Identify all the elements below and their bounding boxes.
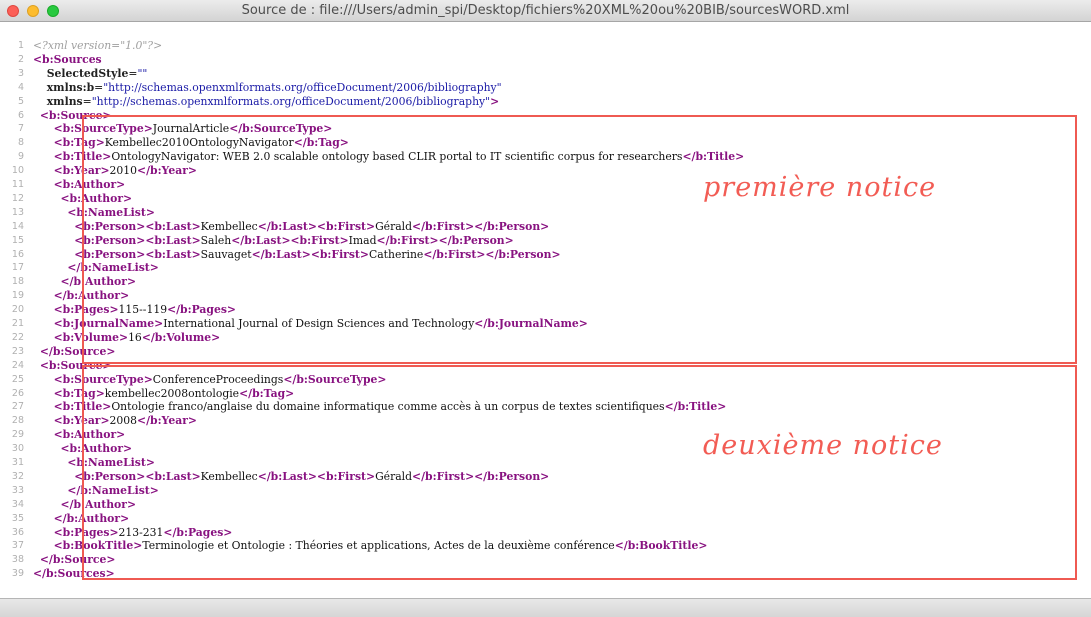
window-title: Source de : file:///Users/admin_spi/Desk…: [241, 3, 850, 18]
browser-window: Source de : file:///Users/admin_spi/Desk…: [0, 0, 1091, 617]
line-number: 14: [11, 220, 24, 232]
line-number: 17: [11, 262, 24, 274]
xml-attribute-value: "": [137, 66, 148, 80]
line-code: xmlns="http://schemas.openxmlformats.org…: [33, 94, 500, 108]
line-number: 1: [17, 40, 24, 51]
xml-attribute-name: xmlns:b: [46, 80, 95, 94]
line-number: 10: [11, 165, 24, 177]
xml-attribute-name: SelectedStyle: [46, 66, 129, 80]
second-record-annotation: deuxième notice: [703, 430, 943, 461]
line-number: 34: [11, 498, 24, 510]
line-number: 4: [17, 81, 24, 93]
line-number: 33: [11, 484, 24, 496]
xml-tag: >: [490, 94, 500, 108]
line-code: <?xml version="1.0"?>: [33, 40, 162, 51]
line-number: 2: [17, 53, 24, 65]
line-number: 38: [11, 554, 24, 566]
line-number: 28: [11, 415, 24, 427]
line-number: 8: [17, 137, 24, 149]
xml-declaration: <?xml version="1.0"?>: [33, 39, 163, 52]
xml-text: =: [94, 80, 104, 94]
line-number: 5: [17, 95, 24, 107]
line-number: 29: [11, 429, 24, 441]
line-number: 16: [11, 248, 24, 260]
line-number: 7: [17, 123, 24, 135]
xml-text: =: [82, 94, 92, 108]
line-code: <b:Sources: [33, 54, 102, 65]
line-number: 15: [11, 234, 24, 246]
xml-attribute-name: xmlns: [46, 94, 83, 108]
line-number: 26: [11, 387, 24, 399]
line-number: 39: [11, 568, 24, 580]
first-record-annotation: première notice: [703, 172, 937, 203]
line-number: 32: [11, 470, 24, 482]
line-number: 24: [11, 359, 24, 371]
second-record-highlight-box: [82, 365, 1077, 580]
line-number: 3: [17, 67, 24, 79]
line-number: 21: [11, 318, 24, 329]
line-number: 30: [11, 443, 24, 455]
status-bar: [0, 598, 1091, 617]
line-number: 36: [11, 526, 24, 538]
line-number: 20: [11, 304, 24, 316]
line-number: 12: [11, 192, 24, 204]
line-number: 31: [11, 457, 24, 468]
line-code: xmlns:b="http://schemas.openxmlformats.o…: [33, 82, 502, 93]
line-number: 19: [11, 290, 24, 302]
line-number: 37: [11, 540, 24, 552]
line-number: 23: [11, 345, 24, 357]
line-number: 11: [11, 179, 24, 190]
first-record-highlight-box: [82, 115, 1077, 364]
line-number: 35: [11, 512, 24, 524]
title-bar[interactable]: Source de : file:///Users/admin_spi/Desk…: [0, 0, 1091, 22]
line-number: 13: [11, 206, 24, 218]
line-number: 6: [17, 109, 24, 121]
line-number: 9: [17, 151, 24, 163]
line-number: 22: [11, 331, 24, 343]
line-number: 25: [11, 373, 24, 385]
line-number: 27: [11, 401, 24, 413]
line-code: SelectedStyle="": [33, 66, 148, 80]
xml-attribute-value: "http://schemas.openxmlformats.org/offic…: [103, 80, 502, 94]
xml-tag: <b:Sources: [33, 52, 102, 66]
xml-attribute-value: "http://schemas.openxmlformats.org/offic…: [91, 94, 491, 108]
line-number: 18: [11, 276, 24, 288]
